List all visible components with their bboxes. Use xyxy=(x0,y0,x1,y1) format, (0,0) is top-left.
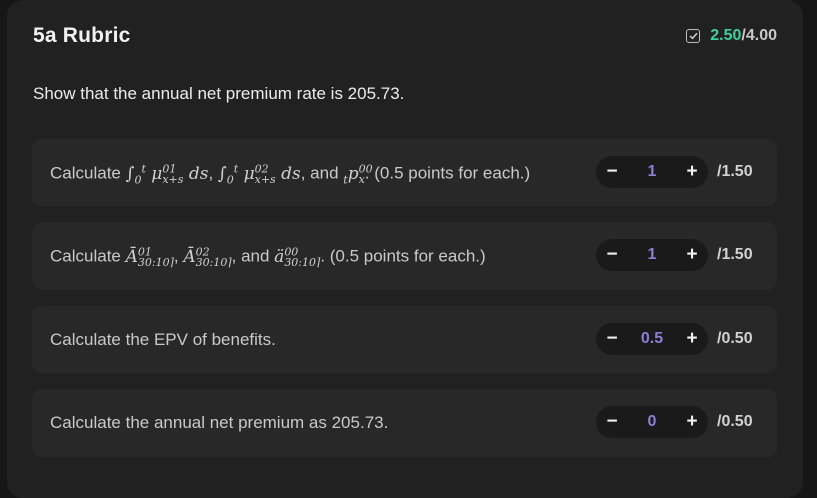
formula: ä0030:10⌉ xyxy=(274,245,321,270)
points-max: /0.50 xyxy=(717,330,753,347)
plus-icon[interactable]: + xyxy=(676,411,708,433)
minus-icon[interactable]: − xyxy=(596,244,628,266)
rubric-header: 5a Rubric 2.50 /4.00 xyxy=(33,24,777,52)
minus-icon[interactable]: − xyxy=(596,411,628,433)
points-stepper[interactable]: − 0 + xyxy=(596,406,708,438)
formula: ∫0t μ01x+s ds xyxy=(125,162,209,187)
points-value[interactable]: 0 xyxy=(648,413,657,431)
points-max: /1.50 xyxy=(717,163,753,180)
points-value[interactable]: 1 xyxy=(648,246,657,264)
rubric-item: Calculate Ā0130:10⌉, Ā0230:10⌉, and ä003… xyxy=(32,222,777,290)
score-total: /4.00 xyxy=(741,27,777,44)
formula: tp00x xyxy=(343,162,373,187)
minus-icon[interactable]: − xyxy=(596,328,628,350)
rubric-score: 2.50 /4.00 xyxy=(686,27,777,45)
rubric-item-label: Calculate the annual net premium as 205.… xyxy=(50,413,389,432)
points-max: /1.50 xyxy=(717,246,753,263)
rubric-card: 5a Rubric 2.50 /4.00 Show that the annua… xyxy=(7,0,803,498)
points-max: /0.50 xyxy=(717,413,753,430)
minus-icon[interactable]: − xyxy=(596,161,628,183)
rubric-item-label: Calculate ∫0t μ01x+s ds, ∫0t μ02x+s ds, … xyxy=(50,162,531,187)
points-stepper[interactable]: − 1 + xyxy=(596,239,708,271)
formula: Ā0230:10⌉ xyxy=(183,245,232,270)
points-value[interactable]: 1 xyxy=(648,163,657,181)
rubric-item: Calculate the EPV of benefits. − 0.5 + /… xyxy=(32,306,777,373)
points-stepper[interactable]: − 1 + xyxy=(596,156,708,188)
score-earned: 2.50 xyxy=(710,27,742,44)
rubric-item-label: Calculate Ā0130:10⌉, Ā0230:10⌉, and ä003… xyxy=(50,245,486,270)
plus-icon[interactable]: + xyxy=(676,328,708,350)
points-stepper[interactable]: − 0.5 + xyxy=(596,323,708,355)
formula: Ā0130:10⌉ xyxy=(125,245,174,270)
formula: ∫0t μ02x+s ds xyxy=(217,162,301,187)
rubric-item: Calculate the annual net premium as 205.… xyxy=(32,389,777,457)
plus-icon[interactable]: + xyxy=(676,244,708,266)
question-text: Show that the annual net premium rate is… xyxy=(33,84,405,103)
rubric-item: Calculate ∫0t μ01x+s ds, ∫0t μ02x+s ds, … xyxy=(32,139,777,206)
plus-icon[interactable]: + xyxy=(676,161,708,183)
rubric-item-label: Calculate the EPV of benefits. xyxy=(50,330,276,349)
points-value[interactable]: 0.5 xyxy=(641,330,663,348)
rubric-title: 5a Rubric xyxy=(33,24,131,47)
checkbox-checked-icon xyxy=(686,29,701,43)
